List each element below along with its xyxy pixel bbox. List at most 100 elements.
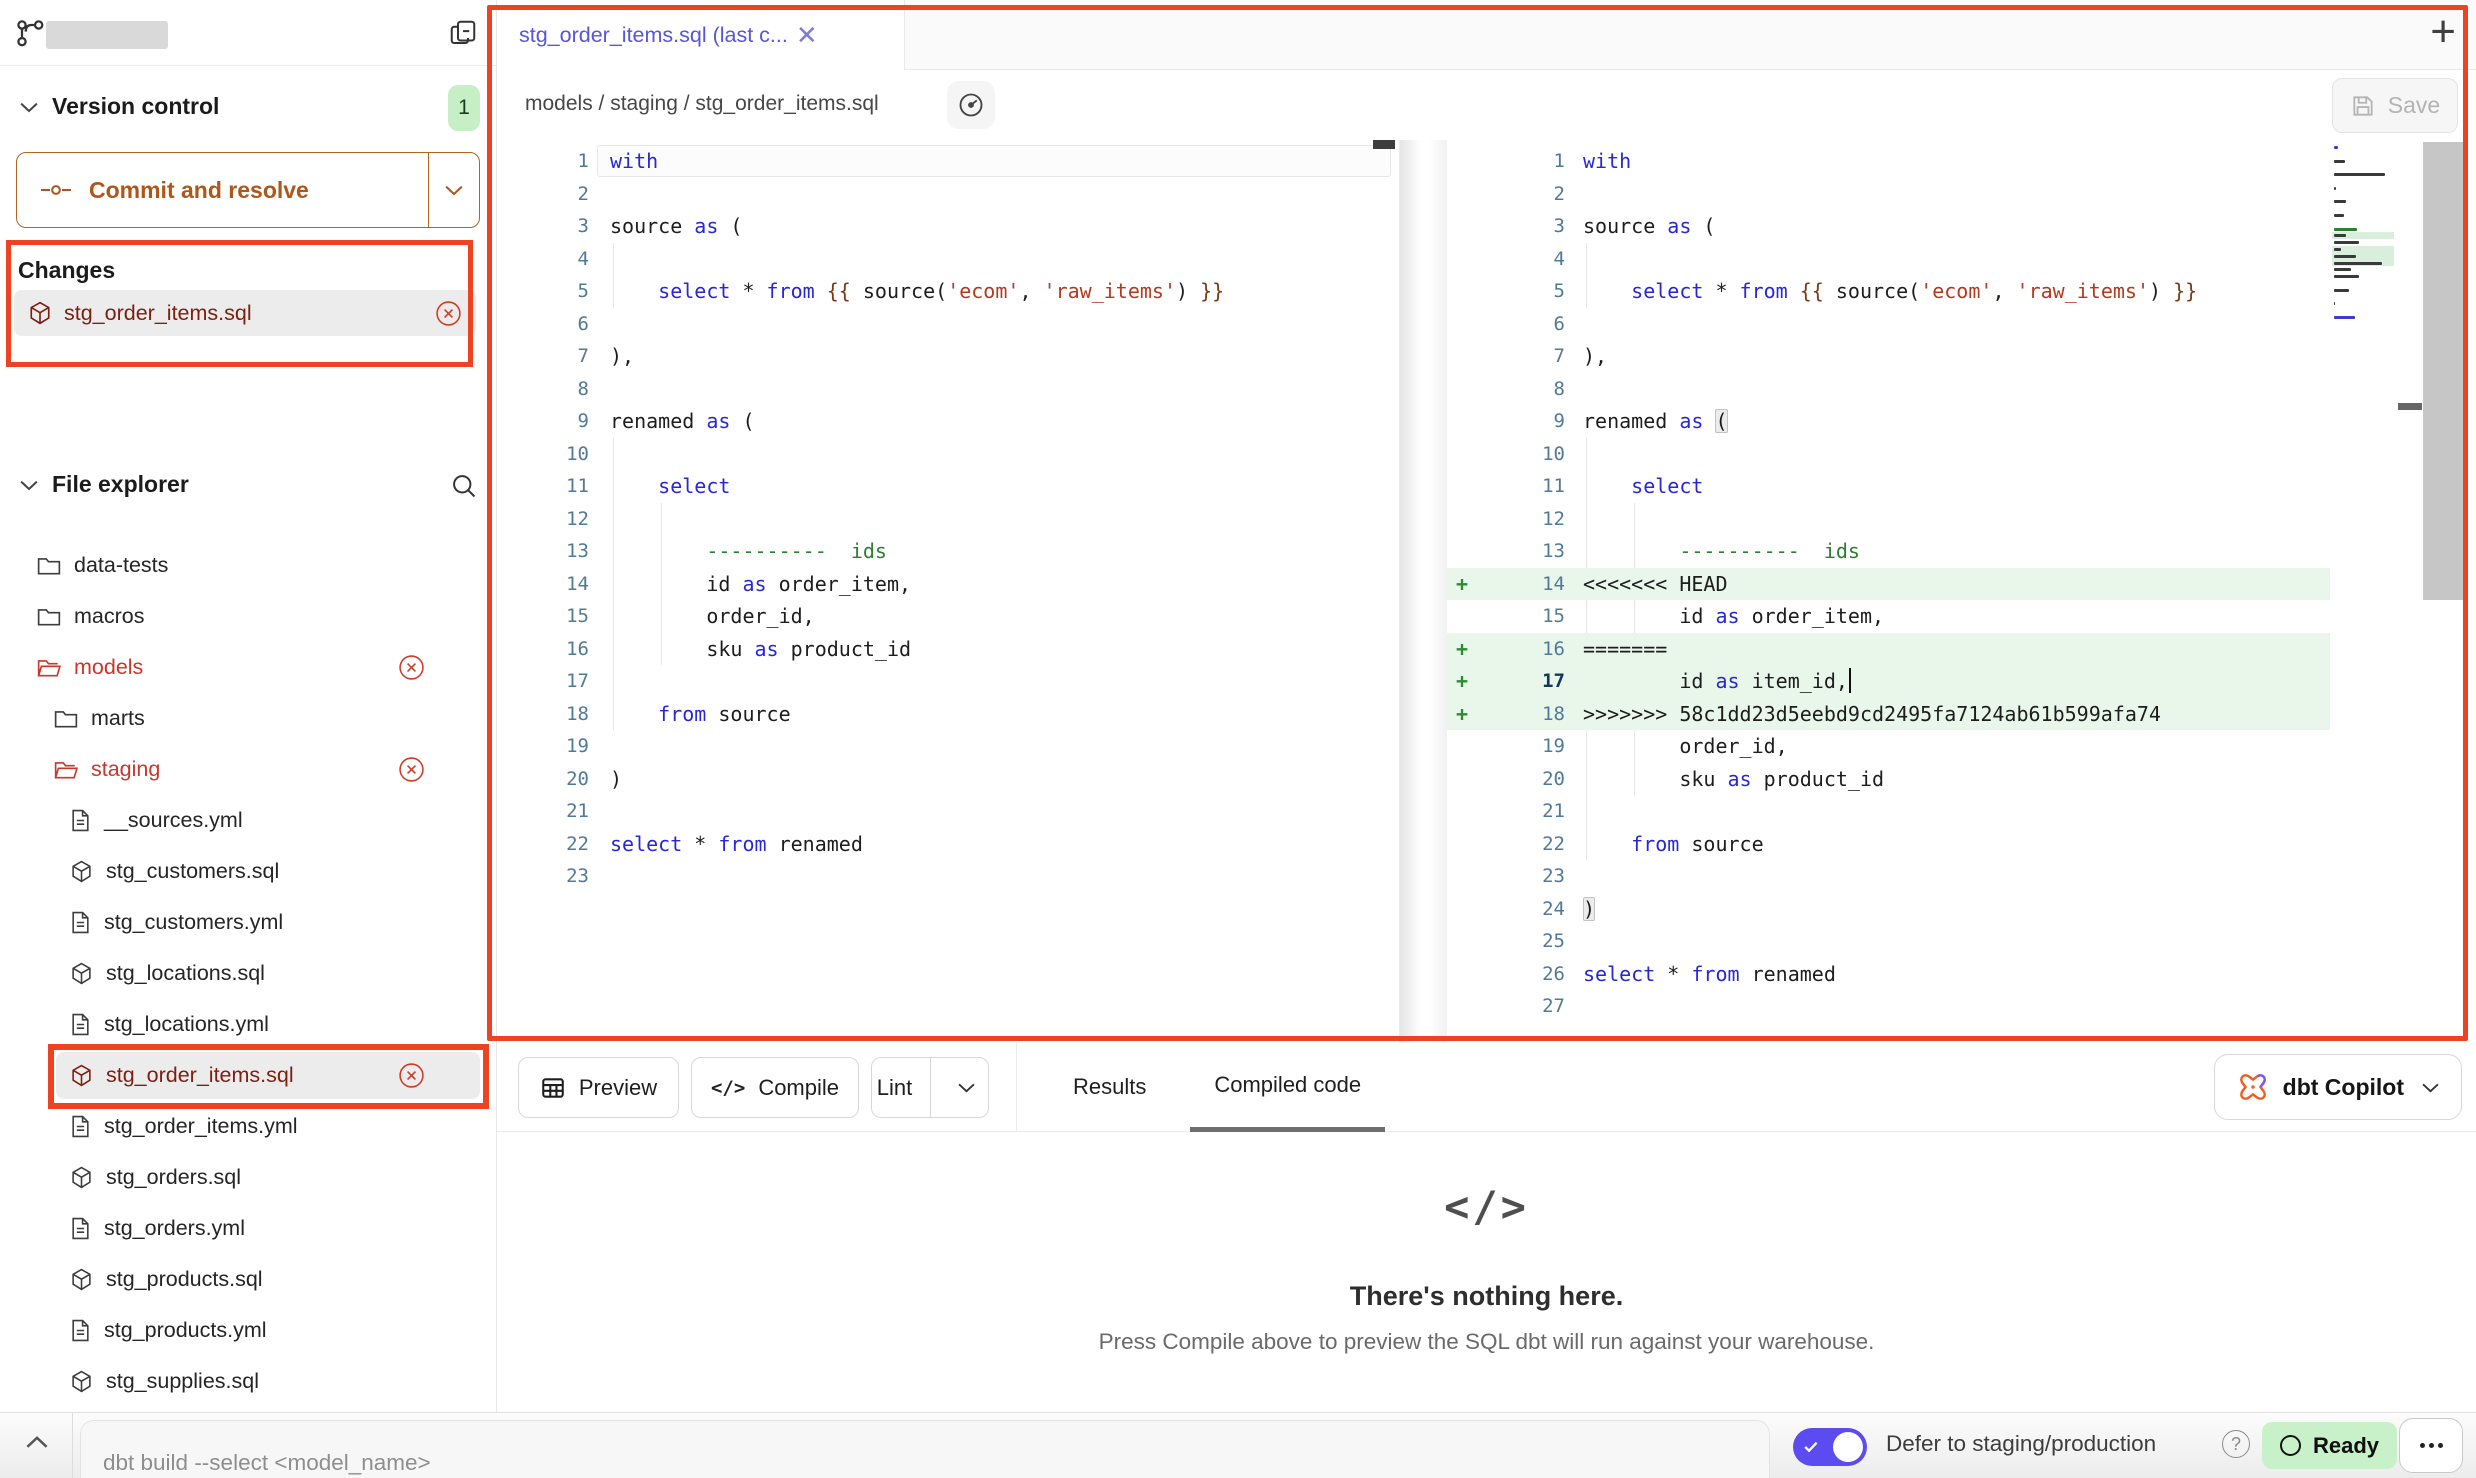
editor-pane-right[interactable]: 1with23source as (45 select * from {{ so… [1447, 140, 2330, 1042]
version-control-section[interactable]: Version control 1 [0, 84, 496, 132]
code-line-18[interactable]: 18 from source [497, 698, 1399, 731]
code-line-13[interactable]: 13 ---------- ids [1447, 535, 2330, 568]
code-line-16[interactable]: 16 sku as product_id [497, 633, 1399, 666]
code-line-3[interactable]: 3source as ( [497, 210, 1399, 243]
lineage-icon[interactable] [947, 81, 995, 129]
file-row-stg_products.yml[interactable]: stg_products.yml [0, 1305, 496, 1356]
code-line-11[interactable]: 11 select [497, 470, 1399, 503]
code-line-23[interactable]: 23 [497, 860, 1399, 893]
file-row-stg_locations.sql[interactable]: stg_locations.sql [0, 948, 496, 999]
code-line-27[interactable]: 27 [1447, 990, 2330, 1023]
ready-status-badge[interactable]: Ready [2262, 1422, 2397, 1469]
code-line-12[interactable]: 12 [1447, 503, 2330, 536]
file-row-staging[interactable]: staging [0, 744, 496, 795]
copy-icon[interactable] [446, 16, 480, 50]
code-line-4[interactable]: 4 [1447, 243, 2330, 276]
discard-change-icon[interactable] [398, 654, 425, 681]
close-icon[interactable]: ✕ [796, 22, 818, 48]
save-button[interactable]: Save [2332, 78, 2458, 133]
file-row-stg_products.sql[interactable]: stg_products.sql [0, 1254, 496, 1305]
search-icon[interactable] [450, 472, 478, 500]
commit-options-caret[interactable] [429, 153, 479, 227]
code-line-2[interactable]: 2 [1447, 178, 2330, 211]
file-row-models[interactable]: models [0, 642, 496, 693]
file-row-stg_order_items.yml[interactable]: stg_order_items.yml [0, 1101, 496, 1152]
code-line-21[interactable]: 21 [497, 795, 1399, 828]
commit-and-resolve-button[interactable]: Commit and resolve [17, 153, 429, 227]
code-line-7[interactable]: 7), [1447, 340, 2330, 373]
left-pane-scrollbar-thumb[interactable] [1373, 140, 1395, 149]
code-line-15[interactable]: 15 order_id, [497, 600, 1399, 633]
code-line-26[interactable]: 26select * from renamed [1447, 958, 2330, 991]
preview-button[interactable]: Preview [518, 1057, 679, 1118]
code-line-20[interactable]: 20) [497, 763, 1399, 796]
file-row-stg_customers.sql[interactable]: stg_customers.sql [0, 846, 496, 897]
chevron-up-icon[interactable] [26, 1435, 48, 1449]
discard-change-icon[interactable] [435, 300, 462, 327]
minimap[interactable] [2332, 144, 2394, 328]
code-line-13[interactable]: 13 ---------- ids [497, 535, 1399, 568]
code-line-14[interactable]: +14<<<<<<< HEAD [1447, 568, 2330, 601]
code-line-25[interactable]: 25 [1447, 925, 2330, 958]
command-input[interactable] [80, 1420, 1770, 1478]
code-line-1[interactable]: 1with [497, 145, 1399, 178]
tab-stg-order-items[interactable]: stg_order_items.sql (last c... ✕ [497, 0, 905, 70]
code-line-9[interactable]: 9renamed as ( [1447, 405, 2330, 438]
code-line-23[interactable]: 23 [1447, 860, 2330, 893]
file-row-macros[interactable]: macros [0, 591, 496, 642]
code-line-21[interactable]: 21 [1447, 795, 2330, 828]
code-line-15[interactable]: 15 id as order_item, [1447, 600, 2330, 633]
code-line-5[interactable]: 5 select * from {{ source('ecom', 'raw_i… [497, 275, 1399, 308]
lint-options-caret[interactable] [944, 1082, 988, 1093]
file-row-stg_orders.yml[interactable]: stg_orders.yml [0, 1203, 496, 1254]
file-row-stg_orders.sql[interactable]: stg_orders.sql [0, 1152, 496, 1203]
code-line-7[interactable]: 7), [497, 340, 1399, 373]
compile-button[interactable]: </> Compile [691, 1057, 859, 1118]
code-line-5[interactable]: 5 select * from {{ source('ecom', 'raw_i… [1447, 275, 2330, 308]
discard-change-icon[interactable] [398, 756, 425, 783]
code-line-20[interactable]: 20 sku as product_id [1447, 763, 2330, 796]
right-pane-scrollbar-thumb[interactable] [2423, 142, 2463, 600]
file-row-stg_customers.yml[interactable]: stg_customers.yml [0, 897, 496, 948]
lint-button[interactable]: Lint [872, 1075, 917, 1101]
code-line-18[interactable]: +18>>>>>>> 58c1dd23d5eebd9cd2495fa7124ab… [1447, 698, 2330, 731]
more-options-button[interactable] [2399, 1418, 2463, 1473]
file-row-__sources.yml[interactable]: __sources.yml [0, 795, 496, 846]
code-line-16[interactable]: +16======= [1447, 633, 2330, 666]
code-line-10[interactable]: 10 [497, 438, 1399, 471]
code-line-6[interactable]: 6 [497, 308, 1399, 341]
code-line-10[interactable]: 10 [1447, 438, 2330, 471]
code-line-2[interactable]: 2 [497, 178, 1399, 211]
code-line-19[interactable]: 19 [497, 730, 1399, 763]
code-line-22[interactable]: 22select * from renamed [497, 828, 1399, 861]
code-line-17[interactable]: 17 [497, 665, 1399, 698]
code-line-19[interactable]: 19 order_id, [1447, 730, 2330, 763]
code-line-24[interactable]: 24) [1447, 893, 2330, 926]
file-row-data-tests[interactable]: data-tests [0, 540, 496, 591]
code-line-9[interactable]: 9renamed as ( [497, 405, 1399, 438]
code-line-12[interactable]: 12 [497, 503, 1399, 536]
defer-toggle[interactable] [1793, 1428, 1867, 1466]
help-icon[interactable]: ? [2222, 1430, 2250, 1458]
code-line-17[interactable]: +17 id as item_id, [1447, 665, 2330, 698]
code-line-11[interactable]: 11 select [1447, 470, 2330, 503]
code-line-4[interactable]: 4 [497, 243, 1399, 276]
discard-change-icon[interactable] [398, 1062, 425, 1089]
dbt-copilot-button[interactable]: dbt Copilot [2214, 1054, 2462, 1120]
new-tab-icon[interactable]: + [2430, 10, 2456, 54]
file-explorer-section[interactable]: File explorer [0, 462, 496, 512]
code-line-14[interactable]: 14 id as order_item, [497, 568, 1399, 601]
code-line-6[interactable]: 6 [1447, 308, 2330, 341]
code-line-1[interactable]: 1with [1447, 145, 2330, 178]
editor-pane-left[interactable]: 1with23source as (45 select * from {{ so… [497, 140, 1400, 1042]
tab-results[interactable]: Results [1049, 1042, 1170, 1132]
code-line-3[interactable]: 3source as ( [1447, 210, 2330, 243]
changes-file-row[interactable]: stg_order_items.sql [14, 290, 476, 336]
file-row-stg_order_items.sql[interactable]: stg_order_items.sql [56, 1052, 480, 1099]
code-line-22[interactable]: 22 from source [1447, 828, 2330, 861]
file-row-marts[interactable]: marts [0, 693, 496, 744]
code-line-8[interactable]: 8 [497, 373, 1399, 406]
file-row-stg_locations.yml[interactable]: stg_locations.yml [0, 999, 496, 1050]
code-line-8[interactable]: 8 [1447, 373, 2330, 406]
file-row-stg_supplies.sql[interactable]: stg_supplies.sql [0, 1356, 496, 1407]
